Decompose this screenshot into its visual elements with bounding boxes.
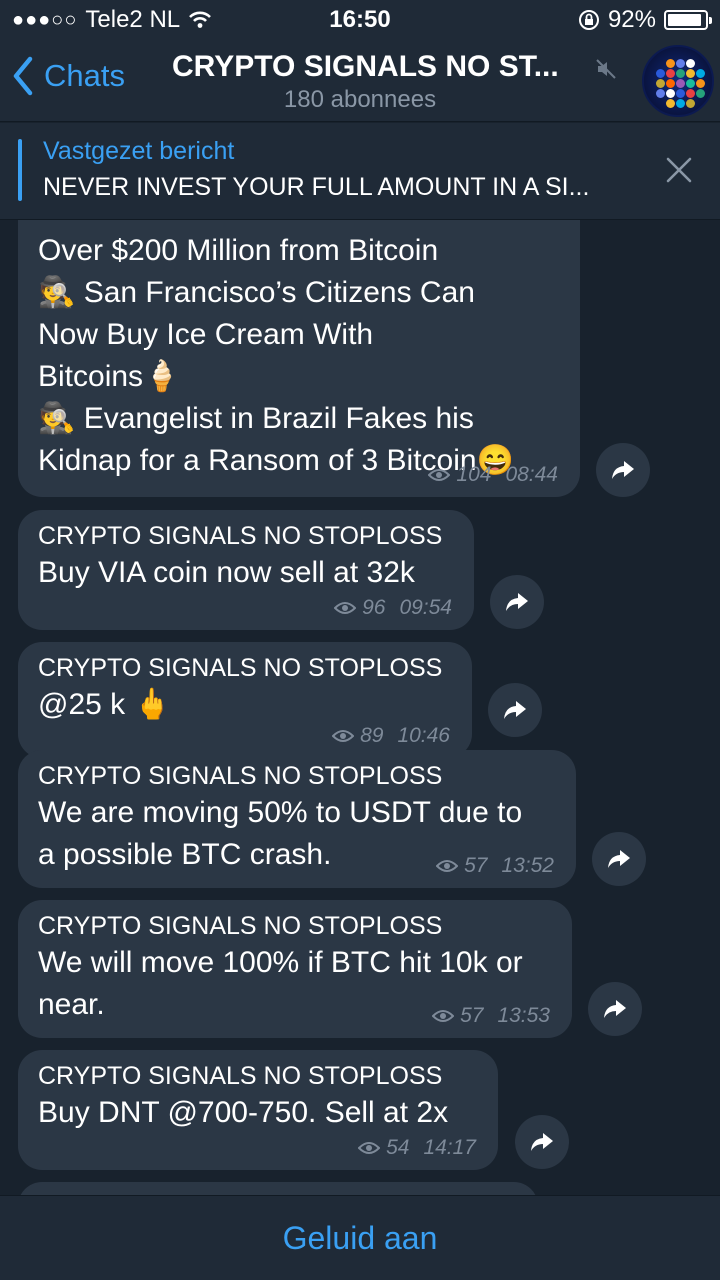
coin-logo <box>666 99 675 108</box>
view-count: 57 <box>464 854 488 877</box>
view-count: 89 <box>360 724 384 747</box>
coin-logo <box>686 89 695 98</box>
forward-button[interactable] <box>490 575 544 629</box>
view-count: 104 <box>456 463 492 486</box>
coin-logo <box>656 79 665 88</box>
message-bubble[interactable]: Over $200 Million from Bitcoin 🕵 San Fra… <box>18 220 580 497</box>
share-arrow-icon <box>608 850 630 868</box>
coin-logo <box>686 59 695 68</box>
message-bubble[interactable]: CRYPTO SIGNALS NO STOPLOSS Buy DNT @700-… <box>18 1050 498 1170</box>
message-meta: 57 13:52 <box>436 854 554 878</box>
coin-logo <box>696 69 705 78</box>
message-bubble[interactable]: CRYPTO SIGNALS NO STOPLOSS @25 k 🖕 89 10… <box>18 642 472 758</box>
message-bubble[interactable]: CRYPTO SIGNALS NO STOPLOSS We are moving… <box>18 750 576 888</box>
message-meta: 57 13:53 <box>432 1004 550 1028</box>
close-icon[interactable] <box>666 157 692 183</box>
message-sender: CRYPTO SIGNALS NO STOPLOSS <box>38 762 443 790</box>
forward-button[interactable] <box>588 982 642 1036</box>
pinned-text: NEVER INVEST YOUR FULL AMOUNT IN A SI... <box>43 173 590 201</box>
message-time: 08:44 <box>505 463 558 486</box>
coin-logo <box>696 79 705 88</box>
message-time: 09:54 <box>399 596 452 619</box>
coin-logo <box>686 79 695 88</box>
message-line: Now Buy Ice Cream With <box>38 318 374 351</box>
share-arrow-icon <box>506 593 528 611</box>
message-sender: CRYPTO SIGNALS NO STOPLOSS <box>38 912 443 940</box>
battery-percent: 92% <box>607 6 656 33</box>
view-count: 57 <box>460 1004 484 1027</box>
message-time: 10:46 <box>397 724 450 747</box>
message-meta: 104 08:44 <box>428 463 558 487</box>
views-eye-icon <box>436 860 459 872</box>
battery-icon <box>664 10 712 30</box>
coin-logo <box>676 59 685 68</box>
unmute-button[interactable]: Geluid aan <box>0 1195 720 1280</box>
mute-icon <box>596 59 616 79</box>
message-sender: CRYPTO SIGNALS NO STOPLOSS <box>38 1062 443 1090</box>
message-bubble-partial[interactable] <box>18 1182 538 1195</box>
coin-logo <box>696 89 705 98</box>
channel-avatar[interactable] <box>642 45 714 117</box>
views-eye-icon <box>428 469 451 481</box>
forward-button[interactable] <box>596 443 650 497</box>
message-line: 🕵 Evangelist in Brazil Fakes his <box>38 402 474 435</box>
coin-logo <box>676 89 685 98</box>
share-arrow-icon <box>531 1133 553 1151</box>
message-line: We are moving 50% to USDT due to <box>38 796 523 829</box>
coin-logo <box>676 69 685 78</box>
chat-header: Chats CRYPTO SIGNALS NO ST... 180 abonne… <box>0 40 720 122</box>
pinned-accent-bar <box>18 139 22 201</box>
coin-logo <box>666 59 675 68</box>
coin-logo <box>686 99 695 108</box>
message-meta: 54 14:17 <box>358 1136 476 1160</box>
coin-logo <box>666 79 675 88</box>
message-time: 13:52 <box>501 854 554 877</box>
message-meta: 89 10:46 <box>332 724 450 748</box>
message-list: Over $200 Million from Bitcoin 🕵 San Fra… <box>0 220 720 1195</box>
coin-logo <box>676 99 685 108</box>
battery-level-fill <box>668 14 702 26</box>
view-count: 96 <box>362 596 386 619</box>
share-arrow-icon <box>504 701 526 719</box>
forward-button[interactable] <box>592 832 646 886</box>
forward-button[interactable] <box>488 683 542 737</box>
message-sender: CRYPTO SIGNALS NO STOPLOSS <box>38 654 443 682</box>
coin-logo <box>676 79 685 88</box>
views-eye-icon <box>358 1142 381 1154</box>
coin-logo <box>666 89 675 98</box>
pinned-title: Vastgezet bericht <box>43 137 235 165</box>
message-line: Over $200 Million from Bitcoin <box>38 234 439 267</box>
message-meta: 96 09:54 <box>334 596 452 620</box>
message-line: @25 k 🖕 <box>38 688 171 721</box>
message-line: Buy VIA coin now sell at 32k <box>38 556 415 589</box>
channel-title[interactable]: CRYPTO SIGNALS NO ST... <box>172 50 582 84</box>
message-bubble[interactable]: CRYPTO SIGNALS NO STOPLOSS Buy VIA coin … <box>18 510 474 630</box>
share-arrow-icon <box>604 1000 626 1018</box>
message-bubble[interactable]: CRYPTO SIGNALS NO STOPLOSS We will move … <box>18 900 572 1038</box>
share-arrow-icon <box>612 461 634 479</box>
pinned-message[interactable]: Vastgezet bericht NEVER INVEST YOUR FULL… <box>0 123 720 220</box>
views-eye-icon <box>332 730 355 742</box>
message-line: We will move 100% if BTC hit 10k or <box>38 946 523 979</box>
message-line: 🕵 San Francisco’s Citizens Can <box>38 276 475 309</box>
telegram-channel-screen: ●●●○○ Tele2 NL 16:50 92% Chats CRYPTO SI… <box>0 0 720 1280</box>
orientation-lock-icon <box>578 10 599 30</box>
message-line: Bitcoins🍦 <box>38 360 181 393</box>
coin-logo <box>656 69 665 78</box>
message-line: Buy DNT @700-750. Sell at 2x <box>38 1096 449 1129</box>
views-eye-icon <box>334 602 357 614</box>
coin-logo <box>666 69 675 78</box>
message-time: 13:53 <box>497 1004 550 1027</box>
coin-logo <box>656 89 665 98</box>
message-sender: CRYPTO SIGNALS NO STOPLOSS <box>38 522 443 550</box>
view-count: 54 <box>386 1136 410 1159</box>
forward-button[interactable] <box>515 1115 569 1169</box>
views-eye-icon <box>432 1010 455 1022</box>
status-bar: ●●●○○ Tele2 NL 16:50 92% <box>0 0 720 40</box>
coin-logo <box>686 69 695 78</box>
message-time: 14:17 <box>423 1136 476 1159</box>
subscriber-count: 180 abonnees <box>283 86 437 113</box>
